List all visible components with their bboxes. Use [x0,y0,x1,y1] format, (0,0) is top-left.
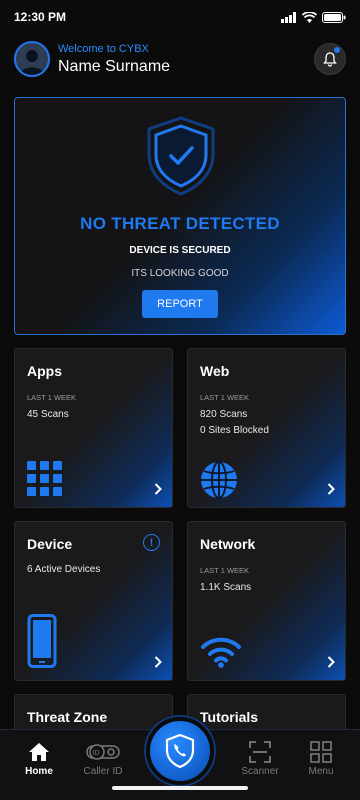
wifi-status-icon [302,11,317,23]
network-card[interactable]: Network LAST 1 WEEK 1.1K Scans [187,521,346,681]
card-period: LAST 1 WEEK [200,566,250,575]
menu-grid-icon [310,741,332,763]
alert-icon[interactable]: ! [143,534,160,551]
status-bar: 12:30 PM [0,0,360,34]
card-title: Web [200,363,230,379]
smartphone-icon [27,614,57,668]
web-card[interactable]: Web LAST 1 WEEK 820 Scans 0 Sites Blocke… [187,348,346,508]
svg-text:ID: ID [93,750,100,757]
apps-grid-icon [27,461,62,496]
threat-status-title: NO THREAT DETECTED [80,214,280,233]
greeting: Welcome to CYBX Name Surname [58,43,314,76]
wifi-icon [201,637,241,668]
device-card[interactable]: Device ! 6 Active Devices [14,521,173,681]
signal-icon [281,11,296,23]
tutorials-card[interactable]: Tutorials [187,694,346,734]
nav-label: Menu [308,766,334,777]
nav-label: Caller ID [83,766,123,777]
avatar[interactable] [14,41,50,77]
status-icons [281,11,346,23]
threat-status-panel: NO THREAT DETECTED DEVICE IS SECURED ITS… [14,97,346,335]
card-stat: 45 Scans [27,409,69,420]
nav-label: Home [25,766,53,777]
notifications-button[interactable] [314,43,346,75]
chevron-right-icon [327,483,335,495]
welcome-text: Welcome to CYBX [58,42,149,55]
shield-check-icon [147,116,215,196]
home-icon [29,743,49,761]
battery-icon [322,11,346,23]
report-button[interactable]: REPORT [142,290,218,318]
status-time: 12:30 PM [14,10,67,24]
nav-home[interactable]: Home [9,740,69,777]
status-message: ITS LOOKING GOOD [131,268,229,279]
card-title: Threat Zone [27,709,108,725]
chevron-right-icon [327,656,335,668]
card-period: LAST 1 WEEK [27,393,77,402]
shield-phone-icon [165,734,195,768]
threat-zone-card[interactable]: Threat Zone [14,694,173,734]
card-stat: 820 Scans [200,409,248,420]
user-silhouette-icon [20,50,44,75]
card-title: Device [27,536,73,552]
home-indicator [112,786,248,790]
nav-menu[interactable]: Menu [291,740,351,777]
card-title: Tutorials [200,709,259,725]
device-secured-text: DEVICE IS SECURED [129,245,231,256]
protection-call-button[interactable] [146,717,214,785]
nav-caller-id[interactable]: ID Caller ID [73,740,133,777]
header: Welcome to CYBX Name Surname [14,40,346,78]
nav-label: Scanner [241,766,279,777]
card-title: Network [200,536,256,552]
card-period: LAST 1 WEEK [200,393,250,402]
globe-icon [201,461,237,499]
notification-dot [334,47,340,53]
chevron-right-icon [154,656,162,668]
scanner-icon [249,741,271,763]
apps-card[interactable]: Apps LAST 1 WEEK 45 Scans [14,348,173,508]
chevron-right-icon [154,483,162,495]
nav-scanner[interactable]: Scanner [230,740,290,777]
card-stat: 1.1K Scans [200,582,252,593]
card-title: Apps [27,363,62,379]
card-stat-blocked: 0 Sites Blocked [200,425,269,436]
caller-id-icon: ID [86,744,120,760]
card-stat: 6 Active Devices [27,564,101,575]
bell-icon [323,51,337,67]
user-name: Name Surname [58,57,171,75]
